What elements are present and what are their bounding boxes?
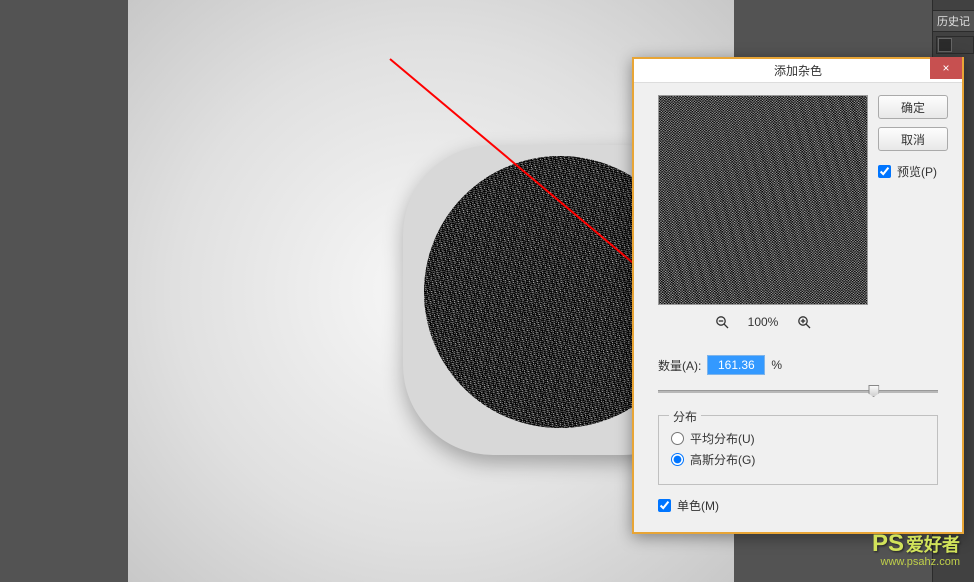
preview-checkbox-row[interactable]: 预览(P) [878,163,948,180]
zoom-in-icon [797,315,811,329]
monochrome-label: 单色(M) [677,497,719,514]
dialog-title-text: 添加杂色 [774,64,822,78]
panel-thumbnail [938,38,952,52]
gaussian-radio[interactable] [671,453,684,466]
zoom-controls: 100% [658,311,868,333]
amount-unit: % [771,358,782,372]
watermark-url: www.psahz.com [872,556,960,568]
gaussian-label: 高斯分布(G) [690,451,755,468]
slider-thumb[interactable] [868,385,879,397]
dialog-button-column: 确定 取消 预览(P) [878,95,948,180]
monochrome-row[interactable]: 单色(M) [658,497,938,514]
amount-slider[interactable] [658,385,938,399]
close-icon: × [942,58,949,78]
uniform-label: 平均分布(U) [690,430,755,447]
zoom-in-button[interactable] [796,314,812,330]
watermark-ps: PS [872,530,904,558]
preview-checkbox[interactable] [878,165,891,178]
gaussian-radio-row[interactable]: 高斯分布(G) [671,451,925,468]
uniform-radio[interactable] [671,432,684,445]
noise-preview[interactable] [658,95,868,305]
distribution-fieldset: 分布 平均分布(U) 高斯分布(G) [658,415,938,485]
dialog-body: 确定 取消 预览(P) 100% [634,83,962,532]
add-noise-dialog: 添加杂色 × 确定 取消 预览(P) 100% [632,57,964,534]
cancel-button[interactable]: 取消 [878,127,948,151]
monochrome-checkbox[interactable] [658,499,671,512]
dialog-close-button[interactable]: × [930,57,962,79]
history-panel-tab[interactable]: 历史记 [932,10,974,32]
uniform-radio-row[interactable]: 平均分布(U) [671,430,925,447]
distribution-legend: 分布 [669,408,701,425]
panel-toggle[interactable] [936,36,974,54]
zoom-out-button[interactable] [714,314,730,330]
preview-label: 预览(P) [897,163,937,180]
amount-input[interactable] [707,355,765,375]
amount-row: 数量(A): % [658,355,948,375]
watermark: PS爱好者 www.psahz.com [872,530,960,568]
watermark-cn: 爱好者 [906,531,960,557]
ok-button[interactable]: 确定 [878,95,948,119]
zoom-percent: 100% [748,315,779,329]
slider-track [658,390,938,393]
zoom-out-icon [715,315,729,329]
amount-label: 数量(A): [658,357,701,374]
dialog-titlebar[interactable]: 添加杂色 × [634,59,962,83]
